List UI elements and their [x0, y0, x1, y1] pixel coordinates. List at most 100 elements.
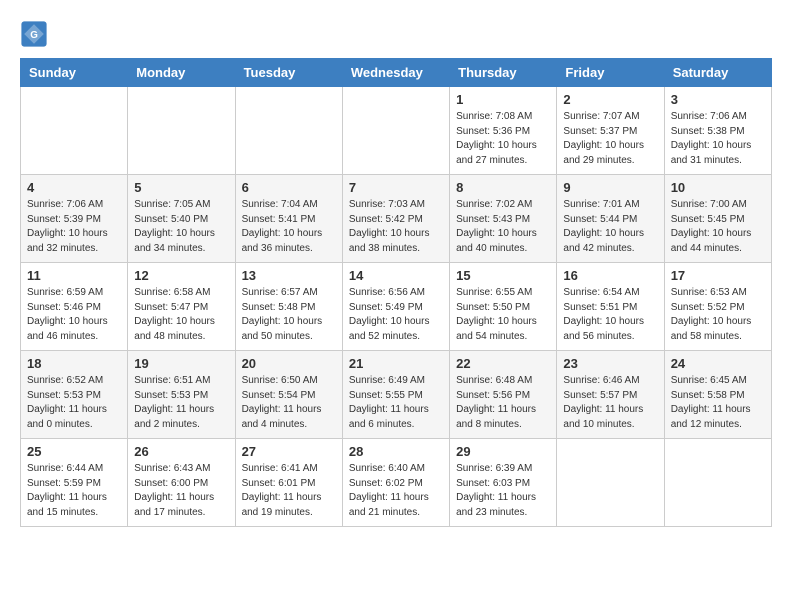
day-number: 7 — [349, 180, 443, 195]
day-info: Sunrise: 7:02 AM Sunset: 5:43 PM Dayligh… — [456, 198, 550, 256]
day-number: 28 — [349, 444, 443, 459]
calendar-cell: 17 Sunrise: 6:53 AM Sunset: 5:52 PM Dayli… — [664, 263, 771, 351]
day-number: 3 — [671, 92, 765, 107]
day-number: 22 — [456, 356, 550, 371]
day-info: Sunrise: 6:54 AM Sunset: 5:51 PM Dayligh… — [563, 286, 657, 344]
calendar-cell: 26 Sunrise: 6:43 AM Sunset: 6:00 PM Dayli… — [128, 439, 235, 527]
day-number: 10 — [671, 180, 765, 195]
calendar-cell: 8 Sunrise: 7:02 AM Sunset: 5:43 PM Daylig… — [450, 175, 557, 263]
calendar-cell: 22 Sunrise: 6:48 AM Sunset: 5:56 PM Dayli… — [450, 351, 557, 439]
calendar-cell: 10 Sunrise: 7:00 AM Sunset: 5:45 PM Dayli… — [664, 175, 771, 263]
calendar-table: SundayMondayTuesdayWednesdayThursdayFrid… — [20, 58, 772, 527]
calendar-cell: 19 Sunrise: 6:51 AM Sunset: 5:53 PM Dayli… — [128, 351, 235, 439]
weekday-header-wednesday: Wednesday — [342, 59, 449, 87]
day-number: 14 — [349, 268, 443, 283]
calendar-cell: 24 Sunrise: 6:45 AM Sunset: 5:58 PM Dayli… — [664, 351, 771, 439]
day-number: 20 — [242, 356, 336, 371]
calendar-cell: 28 Sunrise: 6:40 AM Sunset: 6:02 PM Dayli… — [342, 439, 449, 527]
calendar-cell — [128, 87, 235, 175]
day-info: Sunrise: 6:46 AM Sunset: 5:57 PM Dayligh… — [563, 374, 657, 432]
day-number: 11 — [27, 268, 121, 283]
calendar-cell: 3 Sunrise: 7:06 AM Sunset: 5:38 PM Daylig… — [664, 87, 771, 175]
weekday-header-tuesday: Tuesday — [235, 59, 342, 87]
day-number: 21 — [349, 356, 443, 371]
day-number: 25 — [27, 444, 121, 459]
day-number: 15 — [456, 268, 550, 283]
day-info: Sunrise: 6:40 AM Sunset: 6:02 PM Dayligh… — [349, 462, 443, 520]
calendar-cell: 13Sunrise: 6:57 AM Sunset: 5:48 PM Dayli… — [235, 263, 342, 351]
day-info: Sunrise: 7:06 AM Sunset: 5:38 PM Dayligh… — [671, 110, 765, 168]
header: G — [20, 20, 772, 48]
day-info: Sunrise: 6:51 AM Sunset: 5:53 PM Dayligh… — [134, 374, 228, 432]
day-number: 6 — [242, 180, 336, 195]
day-number: 5 — [134, 180, 228, 195]
day-number: 1 — [456, 92, 550, 107]
day-number: 4 — [27, 180, 121, 195]
calendar-cell: 12 Sunrise: 6:58 AM Sunset: 5:47 PM Dayli… — [128, 263, 235, 351]
calendar-cell: 21 Sunrise: 6:49 AM Sunset: 5:55 PM Dayli… — [342, 351, 449, 439]
day-number: 8 — [456, 180, 550, 195]
calendar-cell: 6 Sunrise: 7:04 AM Sunset: 5:41 PM Daylig… — [235, 175, 342, 263]
weekday-header-saturday: Saturday — [664, 59, 771, 87]
calendar-cell — [342, 87, 449, 175]
calendar-cell: 11 Sunrise: 6:59 AM Sunset: 5:46 PM Dayli… — [21, 263, 128, 351]
day-info: Sunrise: 6:41 AM Sunset: 6:01 PM Dayligh… — [242, 462, 336, 520]
day-info: Sunrise: 6:44 AM Sunset: 5:59 PM Dayligh… — [27, 462, 121, 520]
day-info: Sunrise: 6:58 AM Sunset: 5:47 PM Dayligh… — [134, 286, 228, 344]
day-number: 12 — [134, 268, 228, 283]
calendar-cell — [235, 87, 342, 175]
calendar-cell: 2 Sunrise: 7:07 AM Sunset: 5:37 PM Daylig… — [557, 87, 664, 175]
calendar-cell: 9 Sunrise: 7:01 AM Sunset: 5:44 PM Daylig… — [557, 175, 664, 263]
day-info: Sunrise: 6:49 AM Sunset: 5:55 PM Dayligh… — [349, 374, 443, 432]
day-info: Sunrise: 6:53 AM Sunset: 5:52 PM Dayligh… — [671, 286, 765, 344]
day-info: Sunrise: 7:08 AM Sunset: 5:36 PM Dayligh… — [456, 110, 550, 168]
day-info: Sunrise: 6:56 AM Sunset: 5:49 PM Dayligh… — [349, 286, 443, 344]
calendar-cell: 27 Sunrise: 6:41 AM Sunset: 6:01 PM Dayli… — [235, 439, 342, 527]
day-info: Sunrise: 7:05 AM Sunset: 5:40 PM Dayligh… — [134, 198, 228, 256]
calendar-cell: 25 Sunrise: 6:44 AM Sunset: 5:59 PM Dayli… — [21, 439, 128, 527]
day-info: Sunrise: 6:59 AM Sunset: 5:46 PM Dayligh… — [27, 286, 121, 344]
day-number: 23 — [563, 356, 657, 371]
day-number: 24 — [671, 356, 765, 371]
calendar-cell: 4 Sunrise: 7:06 AM Sunset: 5:39 PM Daylig… — [21, 175, 128, 263]
day-number: 13 — [242, 268, 336, 283]
day-number: 16 — [563, 268, 657, 283]
logo: G — [20, 20, 52, 48]
day-info: Sunrise: 7:03 AM Sunset: 5:42 PM Dayligh… — [349, 198, 443, 256]
day-info: Sunrise: 7:00 AM Sunset: 5:45 PM Dayligh… — [671, 198, 765, 256]
day-info: Sunrise: 7:04 AM Sunset: 5:41 PM Dayligh… — [242, 198, 336, 256]
day-info: Sunrise: 6:43 AM Sunset: 6:00 PM Dayligh… — [134, 462, 228, 520]
calendar-cell: 7 Sunrise: 7:03 AM Sunset: 5:42 PM Daylig… — [342, 175, 449, 263]
day-info: Sunrise: 7:07 AM Sunset: 5:37 PM Dayligh… — [563, 110, 657, 168]
day-number: 9 — [563, 180, 657, 195]
day-info: Sunrise: 7:01 AM Sunset: 5:44 PM Dayligh… — [563, 198, 657, 256]
day-info: Sunrise: 6:45 AM Sunset: 5:58 PM Dayligh… — [671, 374, 765, 432]
calendar-cell: 23 Sunrise: 6:46 AM Sunset: 5:57 PM Dayli… — [557, 351, 664, 439]
weekday-header-thursday: Thursday — [450, 59, 557, 87]
day-number: 2 — [563, 92, 657, 107]
day-info: Sunrise: 6:39 AM Sunset: 6:03 PM Dayligh… — [456, 462, 550, 520]
calendar-cell: 1 Sunrise: 7:08 AM Sunset: 5:36 PM Daylig… — [450, 87, 557, 175]
day-number: 29 — [456, 444, 550, 459]
day-info: Sunrise: 6:48 AM Sunset: 5:56 PM Dayligh… — [456, 374, 550, 432]
day-info: Sunrise: 7:06 AM Sunset: 5:39 PM Dayligh… — [27, 198, 121, 256]
calendar-cell: 16 Sunrise: 6:54 AM Sunset: 5:51 PM Dayli… — [557, 263, 664, 351]
calendar-cell: 18Sunrise: 6:52 AM Sunset: 5:53 PM Dayli… — [21, 351, 128, 439]
day-number: 26 — [134, 444, 228, 459]
calendar-cell — [664, 439, 771, 527]
calendar-cell: 29 Sunrise: 6:39 AM Sunset: 6:03 PM Dayli… — [450, 439, 557, 527]
calendar-cell — [557, 439, 664, 527]
day-info: Sunrise: 6:55 AM Sunset: 5:50 PM Dayligh… — [456, 286, 550, 344]
calendar-cell: 14 Sunrise: 6:56 AM Sunset: 5:49 PM Dayli… — [342, 263, 449, 351]
calendar-cell: 20Sunrise: 6:50 AM Sunset: 5:54 PM Dayli… — [235, 351, 342, 439]
logo-icon: G — [20, 20, 48, 48]
day-number: 19 — [134, 356, 228, 371]
day-number: 17 — [671, 268, 765, 283]
calendar-cell: 15 Sunrise: 6:55 AM Sunset: 5:50 PM Dayli… — [450, 263, 557, 351]
weekday-header-monday: Monday — [128, 59, 235, 87]
weekday-header-sunday: Sunday — [21, 59, 128, 87]
day-number: 27 — [242, 444, 336, 459]
calendar-cell: 5 Sunrise: 7:05 AM Sunset: 5:40 PM Daylig… — [128, 175, 235, 263]
calendar-cell — [21, 87, 128, 175]
day-info: Sunrise: 6:52 AM Sunset: 5:53 PM Dayligh… — [27, 374, 121, 432]
